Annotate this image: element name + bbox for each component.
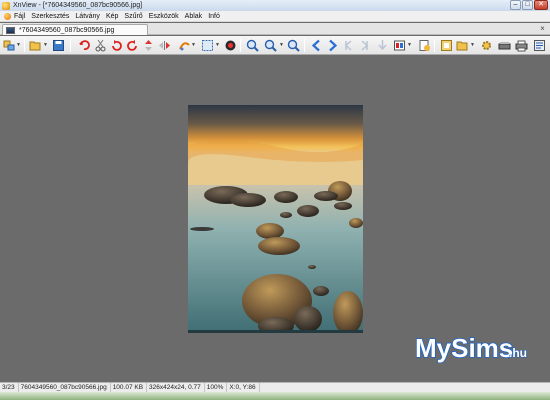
xnview-window: XnView - [*7604349560_087bc90566.jpg] – …: [0, 0, 550, 400]
menu-view[interactable]: Látvány: [75, 13, 100, 20]
previous-icon[interactable]: [310, 39, 323, 52]
print-icon[interactable]: [515, 39, 528, 52]
status-dimensions: 326x424x24, 0.77: [147, 383, 205, 392]
status-coordinates: X:0, Y:86: [227, 383, 260, 392]
xnview-app-icon[interactable]: [2, 1, 10, 10]
menu-window[interactable]: Ablak: [185, 13, 203, 20]
status-bar: 3/23 7604349560_087bc90566.jpg 100.07 KB…: [0, 382, 550, 392]
browse-dropdown-icon[interactable]: ▼: [16, 42, 21, 49]
view-mode-dropdown-icon[interactable]: ▼: [407, 42, 412, 49]
tab-label: *7604349560_087bc90566.jpg: [19, 26, 115, 34]
open-dropdown-icon[interactable]: ▼: [43, 42, 48, 49]
watermark-suffix: .hu: [509, 346, 527, 360]
next-icon[interactable]: [326, 39, 339, 52]
watermark-text: MySims: [415, 333, 513, 363]
crop-select-icon[interactable]: [201, 39, 214, 52]
tab-image-file[interactable]: *7604349560_087bc90566.jpg: [2, 24, 148, 35]
menu-app-icon[interactable]: [4, 12, 11, 20]
main-toolbar: ▼ ▼ ▼ ▼ ▼ ▼ ▼: [0, 36, 550, 55]
menu-bar: Fájl Szerkesztés Látvány Kép Szűrő Eszkö…: [0, 11, 550, 22]
image-canvas[interactable]: MySims .hu: [0, 56, 550, 381]
close-button[interactable]: ✕: [534, 0, 548, 10]
seascape-photo: [188, 105, 363, 333]
open-folder-icon[interactable]: [29, 39, 42, 52]
first-icon[interactable]: [342, 39, 355, 52]
browse-icon[interactable]: [3, 39, 16, 52]
save-icon[interactable]: [52, 39, 65, 52]
flip-horizontal-icon[interactable]: [158, 39, 171, 52]
menu-filter[interactable]: Szűrő: [124, 13, 142, 20]
tab-close-button[interactable]: ×: [538, 24, 547, 33]
slideshow-icon[interactable]: [376, 39, 389, 52]
window-title: XnView - [*7604349560_087bc90566.jpg]: [13, 2, 143, 9]
menu-tools[interactable]: Eszközök: [149, 13, 179, 20]
menu-edit[interactable]: Szerkesztés: [31, 13, 69, 20]
zoom-icon[interactable]: [264, 39, 277, 52]
menu-image[interactable]: Kép: [106, 13, 118, 20]
view-mode-icon[interactable]: [393, 39, 406, 52]
paste-dropdown-icon[interactable]: ▼: [470, 42, 475, 49]
zoom-dropdown-icon[interactable]: ▼: [279, 42, 284, 49]
crop-dropdown-icon[interactable]: ▼: [215, 42, 220, 49]
desktop-taskbar: [0, 392, 550, 400]
undo-icon[interactable]: [78, 39, 91, 52]
title-bar: XnView - [*7604349560_087bc90566.jpg] – …: [0, 0, 550, 11]
tab-bar: *7604349560_087bc90566.jpg ×: [0, 23, 550, 35]
adjust-icon[interactable]: [178, 39, 191, 52]
adjust-dropdown-icon[interactable]: ▼: [191, 42, 196, 49]
rotate-right-icon[interactable]: [126, 39, 139, 52]
paste-icon[interactable]: [456, 39, 469, 52]
mysims-watermark: MySims .hu: [414, 333, 527, 363]
menu-info[interactable]: Infó: [208, 13, 220, 20]
copy-icon[interactable]: [440, 39, 453, 52]
last-icon[interactable]: [358, 39, 371, 52]
status-filename: 7604349560_087bc90566.jpg: [19, 383, 111, 392]
zoom-out-icon[interactable]: [287, 39, 300, 52]
flip-vertical-icon[interactable]: [142, 39, 155, 52]
displayed-photo[interactable]: [188, 105, 363, 333]
zoom-in-icon[interactable]: [246, 39, 259, 52]
status-image-index: 3/23: [0, 383, 19, 392]
menu-file[interactable]: Fájl: [14, 13, 25, 20]
cut-icon[interactable]: [94, 39, 107, 52]
properties-icon[interactable]: [418, 39, 431, 52]
scanner-icon[interactable]: [498, 39, 511, 52]
image-file-icon: [6, 26, 15, 34]
window-controls: – □ ✕: [510, 0, 548, 10]
color-icon[interactable]: [224, 39, 237, 52]
settings-icon[interactable]: [480, 39, 493, 52]
rotate-left-icon[interactable]: [110, 39, 123, 52]
minimize-button[interactable]: –: [510, 0, 521, 10]
maximize-button[interactable]: □: [522, 0, 533, 10]
help-icon[interactable]: [533, 39, 546, 52]
status-zoom: 100%: [205, 383, 228, 392]
status-filesize: 100.07 KB: [111, 383, 148, 392]
